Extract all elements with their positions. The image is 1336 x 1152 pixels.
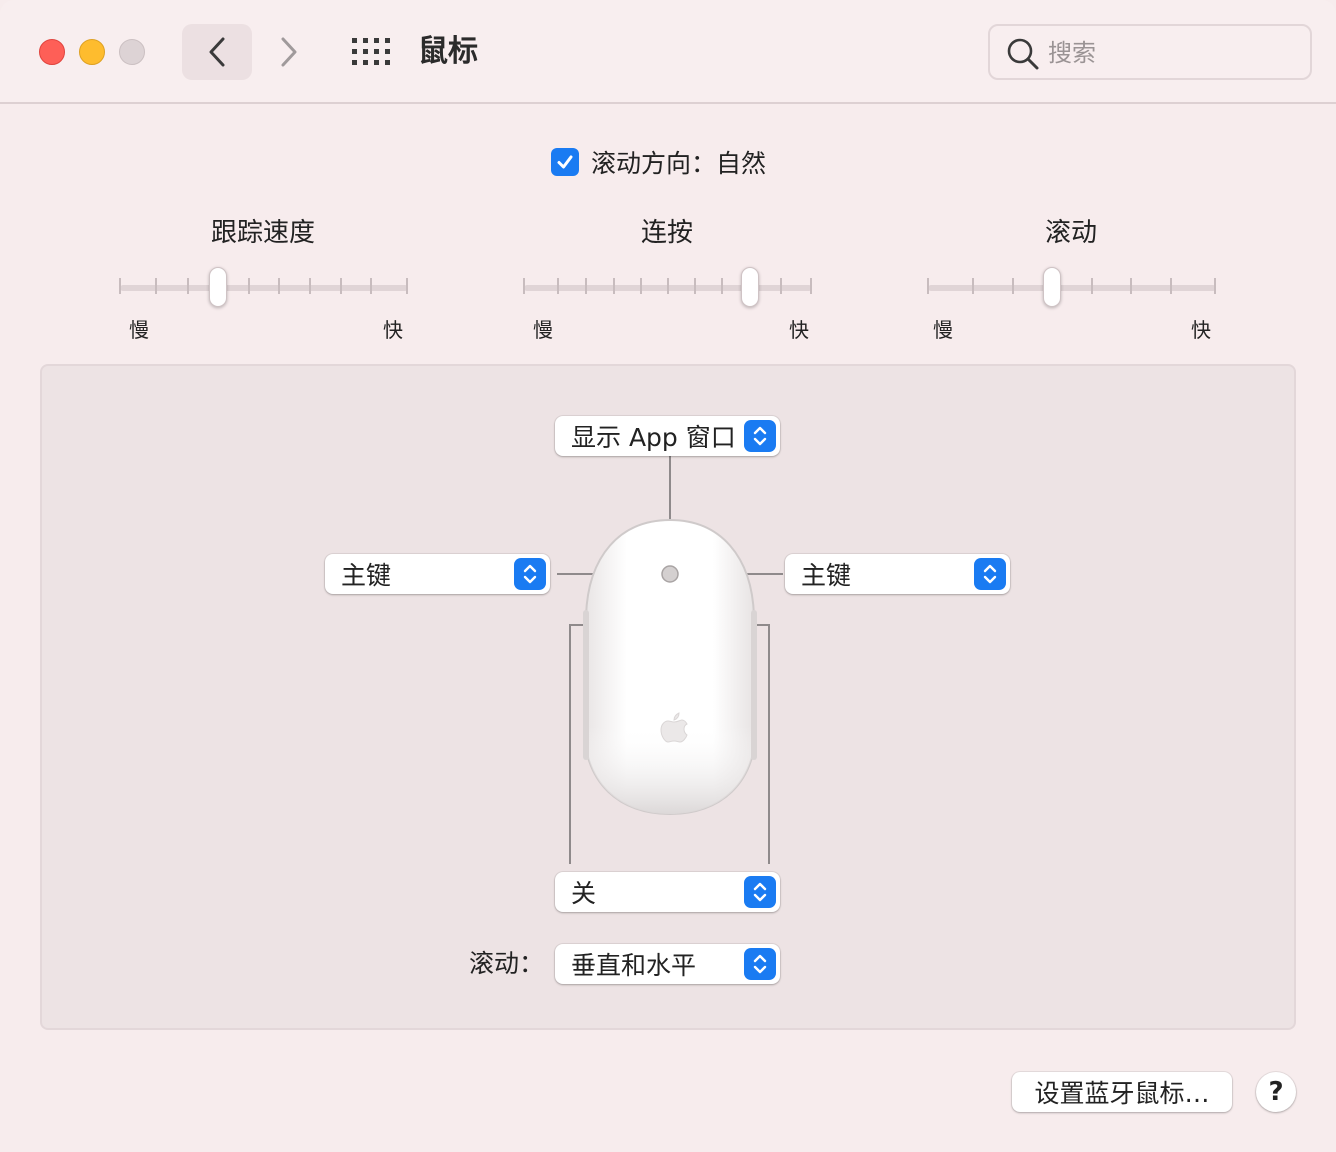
slider-tick bbox=[1170, 278, 1172, 294]
slider-max-label: 快 bbox=[789, 318, 809, 342]
slider-tick bbox=[278, 278, 280, 294]
forward-button[interactable] bbox=[254, 24, 324, 80]
slider-knob[interactable] bbox=[741, 267, 759, 307]
popup-value: 主键 bbox=[341, 561, 392, 590]
slider-tick bbox=[585, 278, 587, 294]
slider-tick bbox=[248, 278, 250, 294]
tracking-speed-slider-group: 跟踪速度 bbox=[108, 212, 418, 342]
double-click-slider-group: 连按 bbox=[512, 212, 822, 342]
double-click-title: 连按 bbox=[640, 218, 693, 248]
slider-tick bbox=[810, 278, 812, 294]
slider-tick bbox=[780, 278, 782, 294]
popup-value: 关 bbox=[571, 879, 597, 908]
updown-arrows-icon bbox=[744, 948, 776, 980]
updown-arrows-icon bbox=[744, 876, 776, 908]
help-button[interactable]: ? bbox=[1256, 1072, 1296, 1112]
connector-line bbox=[569, 624, 571, 864]
slider-tick bbox=[927, 278, 929, 294]
slider-knob[interactable] bbox=[1043, 267, 1061, 307]
close-window-button[interactable] bbox=[39, 39, 65, 65]
slider-min-label: 慢 bbox=[129, 318, 149, 342]
slider-tick bbox=[155, 278, 157, 294]
preferences-window: 鼠标 滚动方向：自然 跟踪速度 慢 快 bbox=[0, 0, 1336, 1152]
slider-tick bbox=[721, 278, 723, 294]
slider-tick bbox=[340, 278, 342, 294]
popup-value: 主键 bbox=[801, 561, 852, 590]
minimize-window-button[interactable] bbox=[79, 39, 105, 65]
slider-tick bbox=[667, 278, 669, 294]
scroll-direction-checkbox[interactable] bbox=[551, 148, 579, 176]
magic-mouse-illustration bbox=[582, 518, 758, 816]
slider-tick bbox=[309, 278, 311, 294]
slider-max-label: 快 bbox=[1191, 318, 1211, 342]
slider-max-label: 快 bbox=[383, 318, 403, 342]
slider-tick bbox=[1130, 278, 1132, 294]
toolbar: 鼠标 bbox=[0, 0, 1336, 104]
top-button-popup[interactable]: 显示 App 窗口 bbox=[555, 416, 780, 456]
slider-tick bbox=[523, 278, 525, 294]
search-field[interactable] bbox=[988, 24, 1312, 80]
scroll-direction-label: 滚动方向：自然 bbox=[591, 149, 767, 178]
connector-line bbox=[768, 624, 770, 864]
updown-arrows-icon bbox=[974, 558, 1006, 590]
chevron-right-icon bbox=[281, 37, 297, 67]
scroll-speed-slider-group: 滚动 bbox=[916, 212, 1226, 342]
setup-bluetooth-mouse-button[interactable]: 设置蓝牙鼠标… bbox=[1012, 1072, 1232, 1112]
slider-track[interactable] bbox=[120, 285, 408, 291]
slider-tick bbox=[119, 278, 121, 294]
scroll-mode-label: 滚动： bbox=[469, 949, 545, 978]
slider-tick bbox=[406, 278, 408, 294]
slider-tick bbox=[694, 278, 696, 294]
popup-value: 显示 App 窗口 bbox=[571, 423, 736, 452]
updown-arrows-icon bbox=[514, 558, 546, 590]
search-input[interactable] bbox=[1048, 34, 1298, 72]
scroll-direction-row[interactable]: 滚动方向：自然 bbox=[551, 142, 766, 182]
tracking-speed-title: 跟踪速度 bbox=[210, 218, 315, 248]
back-button[interactable] bbox=[182, 24, 252, 80]
checkmark-icon bbox=[557, 155, 573, 169]
side-buttons-popup[interactable]: 关 bbox=[555, 872, 780, 912]
slider-tick bbox=[557, 278, 559, 294]
slider-knob[interactable] bbox=[209, 267, 227, 307]
scroll-speed-title: 滚动 bbox=[1044, 218, 1097, 248]
search-icon bbox=[1007, 38, 1039, 70]
slider-min-label: 慢 bbox=[533, 318, 553, 342]
slider-min-label: 慢 bbox=[933, 318, 953, 342]
left-button-popup[interactable]: 主键 bbox=[325, 554, 550, 594]
popup-value: 垂直和水平 bbox=[571, 951, 697, 980]
zoom-window-button[interactable] bbox=[119, 39, 145, 65]
slider-tick bbox=[640, 278, 642, 294]
slider-tick bbox=[370, 278, 372, 294]
slider-tick bbox=[1214, 278, 1216, 294]
slider-tick bbox=[972, 278, 974, 294]
right-button-popup[interactable]: 主键 bbox=[785, 554, 1010, 594]
slider-tick bbox=[1091, 278, 1093, 294]
scroll-mode-popup[interactable]: 垂直和水平 bbox=[555, 944, 780, 984]
show-all-grid-icon[interactable] bbox=[352, 38, 390, 66]
chevron-left-icon bbox=[209, 37, 225, 67]
updown-arrows-icon bbox=[744, 420, 776, 452]
slider-tick bbox=[187, 278, 189, 294]
slider-tick bbox=[613, 278, 615, 294]
window-title: 鼠标 bbox=[418, 34, 478, 69]
slider-tick bbox=[1012, 278, 1014, 294]
